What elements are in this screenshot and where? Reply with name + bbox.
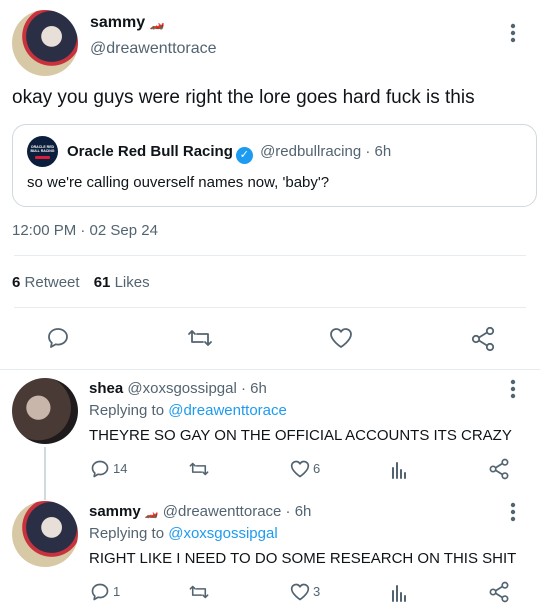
more-options-icon[interactable] xyxy=(506,501,520,523)
analytics-icon[interactable] xyxy=(390,582,408,602)
logo-accent-icon xyxy=(35,156,50,159)
race-car-emoji: 🏎️ xyxy=(149,16,165,30)
quoted-tweet-time: · 6h xyxy=(365,143,392,160)
main-tweet-text: okay you guys were right the lore goes h… xyxy=(12,87,475,108)
retweet-icon[interactable] xyxy=(188,582,210,602)
quoted-author-avatar: ORACLE RED BULL RACING xyxy=(27,136,58,167)
main-author-handle[interactable]: @dreawenttorace xyxy=(90,40,217,58)
reply-time: · 6h xyxy=(241,380,267,397)
reply-count: 14 xyxy=(113,461,128,476)
analytics-icon[interactable] xyxy=(390,459,408,479)
retweet-label: Retweet xyxy=(24,274,80,291)
quoted-author-handle[interactable]: @redbullracing xyxy=(260,143,361,160)
retweet-count: 6 xyxy=(12,274,21,291)
reply-author-handle[interactable]: @xoxsgossipgal xyxy=(127,380,236,397)
main-author-name-row: sammy 🏎️ xyxy=(90,14,165,32)
oracle-red-bull-logo: ORACLE RED BULL RACING xyxy=(30,145,55,153)
reply-icon[interactable] xyxy=(90,582,110,602)
retweet-icon[interactable] xyxy=(186,326,214,350)
quoted-tweet-text: so we're calling ouverself names now, 'b… xyxy=(27,174,330,191)
reply-time: · 6h xyxy=(285,503,312,520)
race-car-emoji: 🏎️ xyxy=(144,507,159,519)
likes-stat[interactable]: 61 Likes xyxy=(94,274,150,291)
replying-to-handle[interactable]: @dreawenttorace xyxy=(168,402,287,419)
reply-text: THEYRE SO GAY ON THE OFFICIAL ACCOUNTS I… xyxy=(89,427,512,444)
quoted-tweet-card[interactable]: ORACLE RED BULL RACING Oracle Red Bull R… xyxy=(12,124,537,207)
like-icon[interactable] xyxy=(289,582,311,602)
share-icon[interactable] xyxy=(470,326,496,352)
reply-author-handle[interactable]: @dreawenttorace xyxy=(163,503,282,520)
reply-text: RIGHT LIKE I NEED TO DO SOME RESEARCH ON… xyxy=(89,550,517,567)
replying-to-handle[interactable]: @xoxsgossipgal xyxy=(168,525,277,542)
reply-icon[interactable] xyxy=(90,459,110,479)
retweet-icon[interactable] xyxy=(188,459,210,479)
divider xyxy=(0,369,540,370)
likes-label: Likes xyxy=(114,274,150,291)
verified-badge-icon: ✓ xyxy=(235,147,253,164)
tweet-timestamp: 12:00 PM · 02 Sep 24 xyxy=(12,222,158,239)
engagement-stats: 6 Retweet 61 Likes xyxy=(12,274,150,291)
more-options-icon[interactable] xyxy=(506,378,520,400)
reply-author-display-name[interactable]: shea xyxy=(89,380,123,397)
like-icon[interactable] xyxy=(328,326,354,350)
reply-author-avatar[interactable] xyxy=(12,501,78,567)
replying-to: Replying to @dreawenttorace xyxy=(89,402,287,419)
like-count: 3 xyxy=(313,584,321,599)
reply-author-avatar[interactable] xyxy=(12,378,78,444)
like-icon[interactable] xyxy=(289,459,311,479)
quoted-author-row: Oracle Red Bull Racing ✓ @redbullracing ·… xyxy=(67,143,391,164)
replying-to-label: Replying to xyxy=(89,402,165,419)
share-icon[interactable] xyxy=(488,581,510,603)
reply-header: shea @xoxsgossipgal · 6h xyxy=(89,380,267,397)
more-options-icon[interactable] xyxy=(506,22,520,44)
share-icon[interactable] xyxy=(488,458,510,480)
reply-icon[interactable] xyxy=(46,326,70,350)
reply-header: sammy 🏎️ @dreawenttorace · 6h xyxy=(89,503,311,520)
main-author-display-name[interactable]: sammy xyxy=(90,14,145,31)
reply-count: 1 xyxy=(113,584,121,599)
quoted-author-display-name[interactable]: Oracle Red Bull Racing xyxy=(67,143,233,160)
thread-connector xyxy=(44,447,46,500)
retweet-stat[interactable]: 6 Retweet xyxy=(12,274,84,291)
replying-to: Replying to @xoxsgossipgal xyxy=(89,525,278,542)
main-author-avatar[interactable] xyxy=(12,10,78,76)
reply-author-display-name[interactable]: sammy xyxy=(89,503,141,520)
likes-count: 61 xyxy=(93,274,111,291)
like-count: 6 xyxy=(313,461,321,476)
divider xyxy=(14,255,526,256)
replying-to-label: Replying to xyxy=(89,525,165,542)
divider xyxy=(14,307,526,308)
